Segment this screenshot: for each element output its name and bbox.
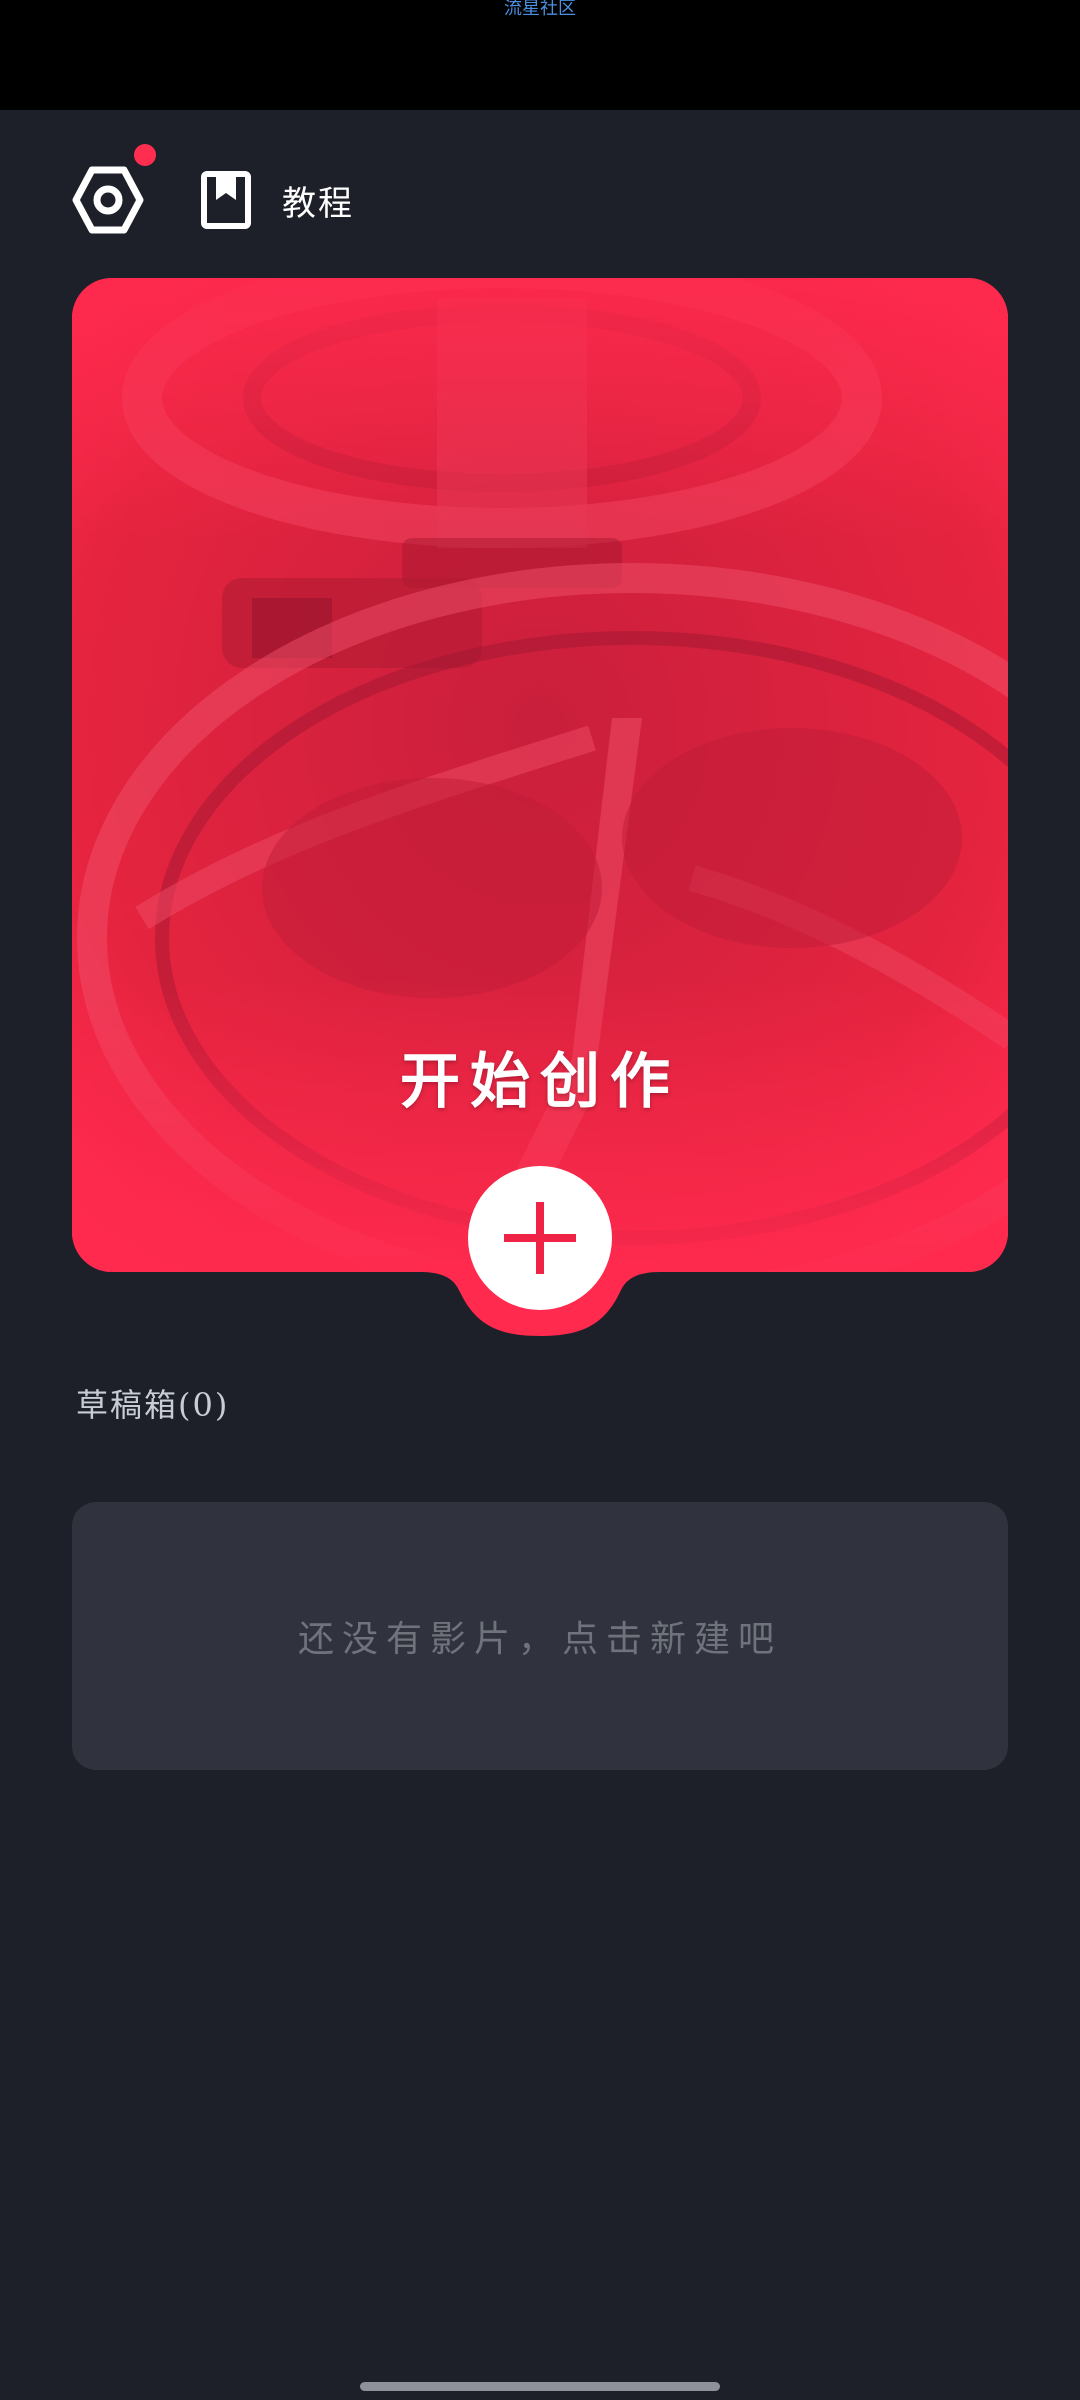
new-project-button[interactable] xyxy=(468,1166,612,1310)
gear-icon xyxy=(72,166,144,234)
drafts-title: 草稿箱(0) xyxy=(76,1386,230,1424)
notification-dot xyxy=(134,144,156,166)
tutorial-label: 教程 xyxy=(282,183,354,224)
home-indicator[interactable] xyxy=(360,2382,720,2391)
status-bar: 流星社区 xyxy=(0,0,1080,110)
film-reel-background-image xyxy=(72,278,1008,1272)
settings-button[interactable] xyxy=(72,160,144,240)
status-text: 流星社区 xyxy=(504,0,576,19)
start-create-card[interactable]: 开始创作 xyxy=(72,278,1008,1272)
drafts-empty-state[interactable]: 还没有影片，点击新建吧 xyxy=(72,1502,1008,1770)
bookmark-book-icon xyxy=(201,171,251,229)
plus-icon xyxy=(504,1202,576,1274)
empty-state-text: 还没有影片，点击新建吧 xyxy=(297,1619,782,1660)
app-screen: 流星社区 教程 开始创作 草稿箱(0) 还没有影片，点击新建吧 xyxy=(0,0,1080,2400)
start-create-title: 开始创作 xyxy=(400,1047,680,1117)
tutorial-button[interactable]: 教程 xyxy=(200,160,354,240)
top-header: 教程 xyxy=(0,110,1080,270)
